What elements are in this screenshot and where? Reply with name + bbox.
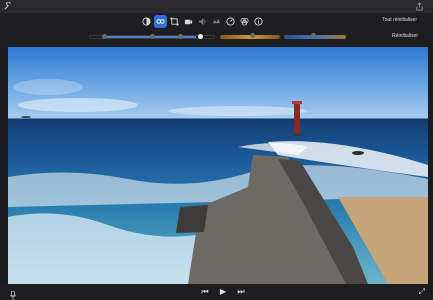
skip-forward-icon[interactable]: ⏭: [236, 287, 246, 297]
volume-icon[interactable]: [196, 15, 209, 28]
levels-high-handle[interactable]: [178, 34, 183, 39]
levels-low-handle[interactable]: [102, 34, 107, 39]
scene-illustration: [8, 79, 428, 284]
crop-icon[interactable]: [168, 15, 181, 28]
noise-reduction-icon[interactable]: [210, 15, 223, 28]
reset-button[interactable]: Réinitialiser: [392, 33, 418, 39]
microphone-icon[interactable]: [10, 287, 16, 300]
speed-icon[interactable]: [224, 15, 237, 28]
video-viewer[interactable]: [8, 47, 428, 284]
transport-controls: ⏮ ▶ ⏭: [200, 287, 246, 297]
stabilization-icon[interactable]: [182, 15, 195, 28]
temperature-slider[interactable]: [284, 33, 346, 39]
play-icon[interactable]: ▶: [218, 287, 228, 297]
playback-bar: ⏮ ▶ ⏭ ⤢: [0, 284, 433, 300]
share-icon[interactable]: [415, 2, 424, 11]
temperature-handle[interactable]: [311, 33, 316, 38]
saturation-handle[interactable]: [250, 33, 255, 38]
levels-slider[interactable]: [89, 34, 215, 39]
saturation-slider[interactable]: [220, 33, 280, 39]
fullscreen-icon[interactable]: ⤢: [419, 287, 425, 297]
info-icon[interactable]: [252, 15, 265, 28]
levels-mid-handle[interactable]: [150, 34, 155, 39]
color-balance-icon[interactable]: [140, 15, 153, 28]
adjustment-tools: [140, 15, 265, 29]
filter-icon[interactable]: [238, 15, 251, 28]
adjustment-toolbar: Tout réinitialiser Réinitialiser: [0, 13, 433, 47]
top-bar: [0, 0, 433, 13]
levels-max-handle[interactable]: [198, 34, 203, 39]
color-correction-icon[interactable]: [154, 15, 167, 28]
wrench-icon[interactable]: [3, 1, 12, 11]
reset-all-button[interactable]: Tout réinitialiser: [382, 17, 417, 23]
skip-back-icon[interactable]: ⏮: [200, 287, 210, 297]
